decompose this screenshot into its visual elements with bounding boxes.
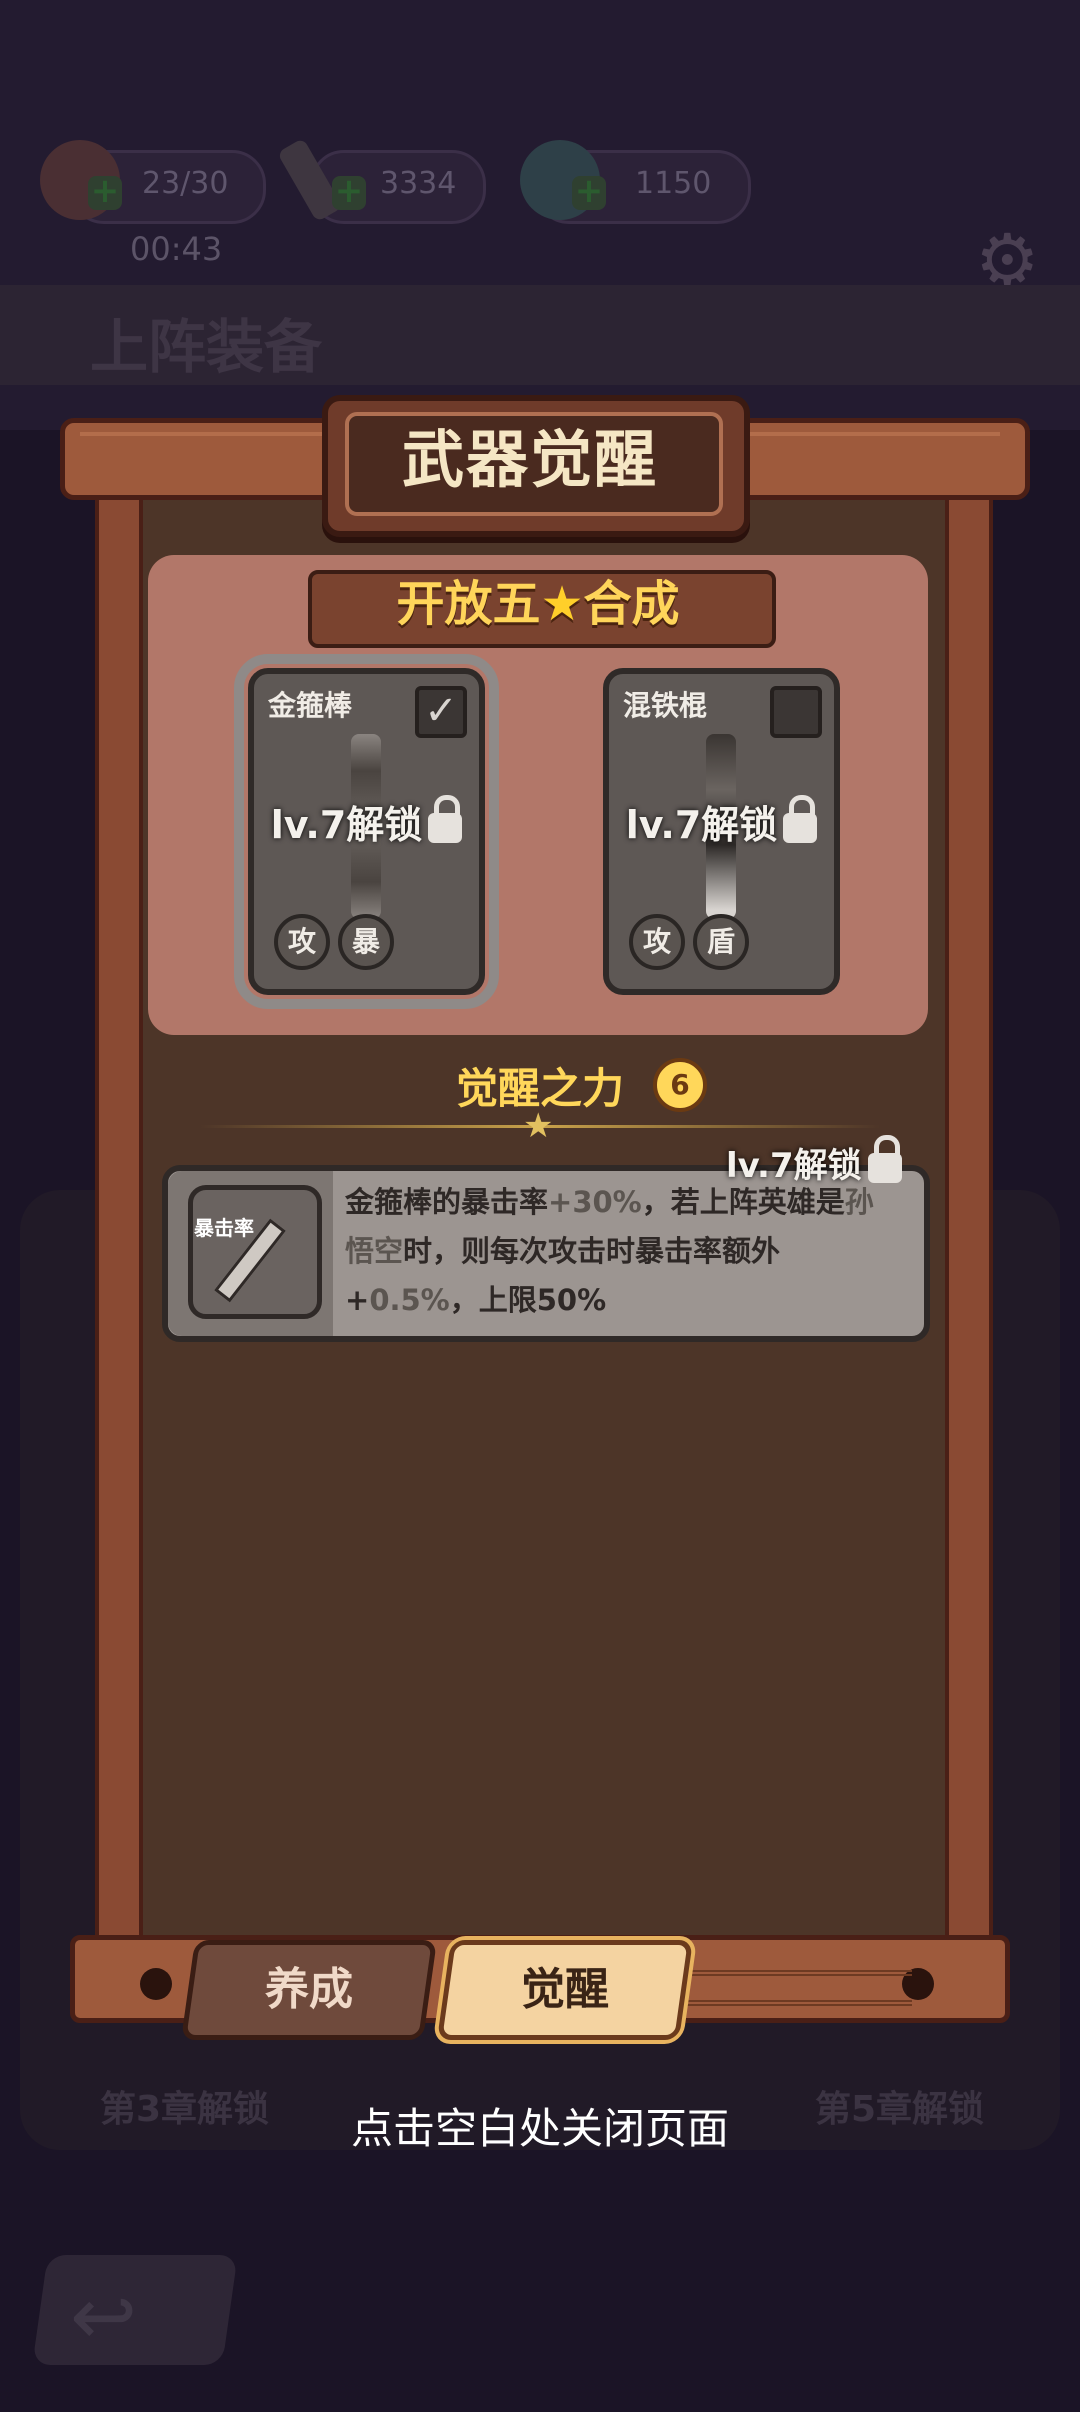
desc-part: 金箍棒的暴击率 [345, 1185, 549, 1219]
desc-part: ，若上阵英雄是 [641, 1185, 845, 1219]
timer: 00:43 [130, 230, 223, 268]
close-hint[interactable]: 点击空白处关闭页面 [0, 2095, 1080, 2156]
tab-cultivate[interactable]: 养成 [180, 1940, 438, 2040]
divider-star-icon: ★ [523, 1106, 554, 1146]
peach-count: 23/30 [142, 166, 229, 201]
frame-right-post [945, 470, 993, 1958]
modal-title: 武器觉醒 [401, 423, 658, 496]
star-icon: ★ [540, 576, 584, 632]
weapon-name: 混铁棍 [623, 689, 708, 722]
weapon-card-jingubang[interactable]: 金箍棒 ✓ lv.7解锁 攻 暴 [234, 654, 499, 1009]
ribbon-text-left: 开放五 [396, 576, 541, 632]
sword-count: 3334 [380, 166, 457, 201]
tab-label: 养成 [265, 1964, 353, 2015]
lock-icon [428, 794, 463, 843]
gourd-count: 1150 [635, 166, 712, 201]
skill-description: 金箍棒的暴击率+30%，若上阵英雄是孙悟空时，则每次攻击时暴击率额外+0.5%，… [345, 1178, 900, 1325]
checkbox-checked[interactable]: ✓ [415, 686, 467, 738]
checkbox-unchecked[interactable] [770, 686, 822, 738]
add-gourd-button[interactable]: + [572, 174, 606, 210]
add-sword-button[interactable]: + [332, 174, 366, 210]
ribbon-text: 开放五★合成 [308, 570, 768, 640]
ribbon-text-right: 合成 [583, 576, 680, 632]
card-lock-label: lv.7解锁 [254, 794, 479, 849]
equip-section-title: 上阵装备 [90, 313, 323, 381]
skill-icon-label: 暴击率 [194, 1216, 254, 1240]
card-lock-label: lv.7解锁 [609, 794, 834, 849]
lock-icon [783, 794, 818, 843]
chain-decoration [672, 1970, 912, 2006]
lock-text: lv.7解锁 [625, 803, 778, 847]
desc-part: ，上限50% [449, 1283, 607, 1317]
weapon-card-huntiegun[interactable]: 混铁棍 lv.7解锁 攻 盾 [603, 668, 840, 995]
tab-awaken[interactable]: 觉醒 [436, 1940, 694, 2040]
back-arrow-icon: ↩ [70, 2270, 138, 2363]
tag-attack: 攻 [274, 914, 330, 970]
tab-label: 觉醒 [521, 1964, 609, 2015]
level-badge: 6 [653, 1058, 707, 1112]
weapon-name: 金箍棒 [268, 689, 353, 722]
tag-crit: 暴 [338, 914, 394, 970]
frame-left-post [95, 470, 143, 1958]
desc-value: 0.5% [369, 1283, 450, 1317]
tab-bar-knob [140, 1968, 172, 2000]
desc-value: +30% [548, 1185, 642, 1219]
lock-text: lv.7解锁 [270, 803, 423, 847]
tag-attack: 攻 [629, 914, 685, 970]
add-peach-button[interactable]: + [88, 174, 122, 210]
tag-shield: 盾 [693, 914, 749, 970]
